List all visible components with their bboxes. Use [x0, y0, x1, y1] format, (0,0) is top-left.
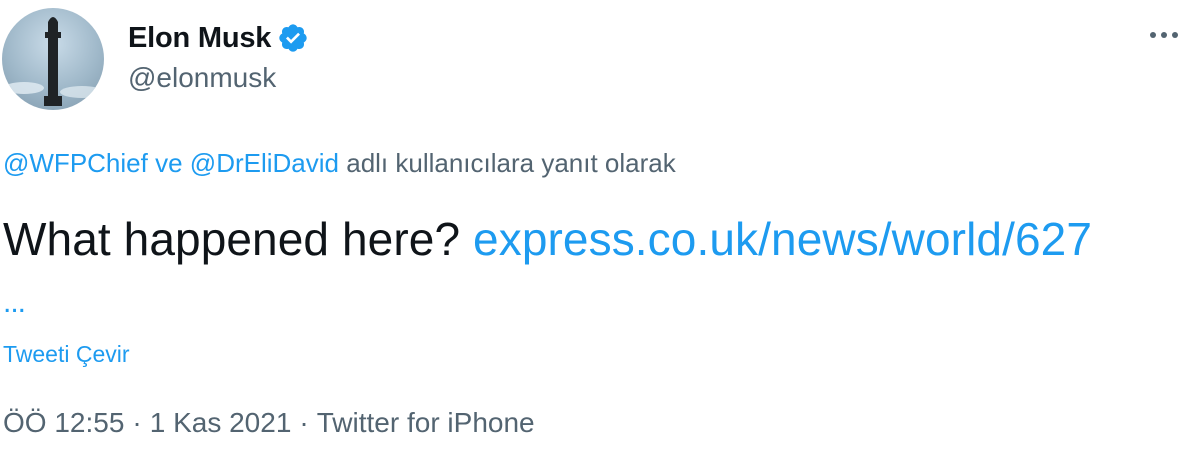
- tweet-source: Twitter for iPhone: [316, 407, 535, 438]
- tweet-body: What happened here?: [3, 213, 461, 265]
- verified-badge-icon: [277, 22, 309, 54]
- tweet-text: What happened here? express.co.uk/news/w…: [3, 212, 1092, 266]
- tweet-time[interactable]: ÖÖ 12:55: [3, 407, 124, 438]
- avatar[interactable]: [2, 8, 104, 110]
- tweet: Elon Musk @elonmusk @WFPChief ve @DrEliD…: [0, 0, 1200, 472]
- tweet-link[interactable]: express.co.uk/news/world/627: [473, 213, 1092, 265]
- dot: [1161, 32, 1167, 38]
- reply-mention-wfpchief[interactable]: @WFPChief: [3, 148, 148, 178]
- reply-conjunction[interactable]: ve: [155, 148, 182, 178]
- dot: [1172, 32, 1178, 38]
- link-truncation[interactable]: ...: [3, 288, 26, 318]
- meta-separator: ·: [132, 407, 142, 438]
- dot: [1150, 32, 1156, 38]
- tweet-header: Elon Musk @elonmusk: [0, 0, 1200, 120]
- meta-separator: ·: [299, 407, 309, 438]
- reply-context: @WFPChief ve @DrEliDavid adlı kullanıcıl…: [3, 148, 676, 179]
- handle[interactable]: @elonmusk: [128, 62, 309, 94]
- author-names: Elon Musk @elonmusk: [128, 18, 309, 94]
- tweet-date[interactable]: 1 Kas 2021: [150, 407, 292, 438]
- reply-mention-drelidavid[interactable]: @DrEliDavid: [190, 148, 339, 178]
- display-name[interactable]: Elon Musk: [128, 22, 271, 55]
- translate-tweet-link[interactable]: Tweeti Çevir: [3, 341, 130, 368]
- reply-suffix: adlı kullanıcılara yanıt olarak: [346, 148, 676, 178]
- display-name-row: Elon Musk: [128, 18, 309, 58]
- more-options-icon[interactable]: [1142, 22, 1186, 48]
- tweet-meta: ÖÖ 12:55 · 1 Kas 2021 · Twitter for iPhone: [3, 407, 535, 439]
